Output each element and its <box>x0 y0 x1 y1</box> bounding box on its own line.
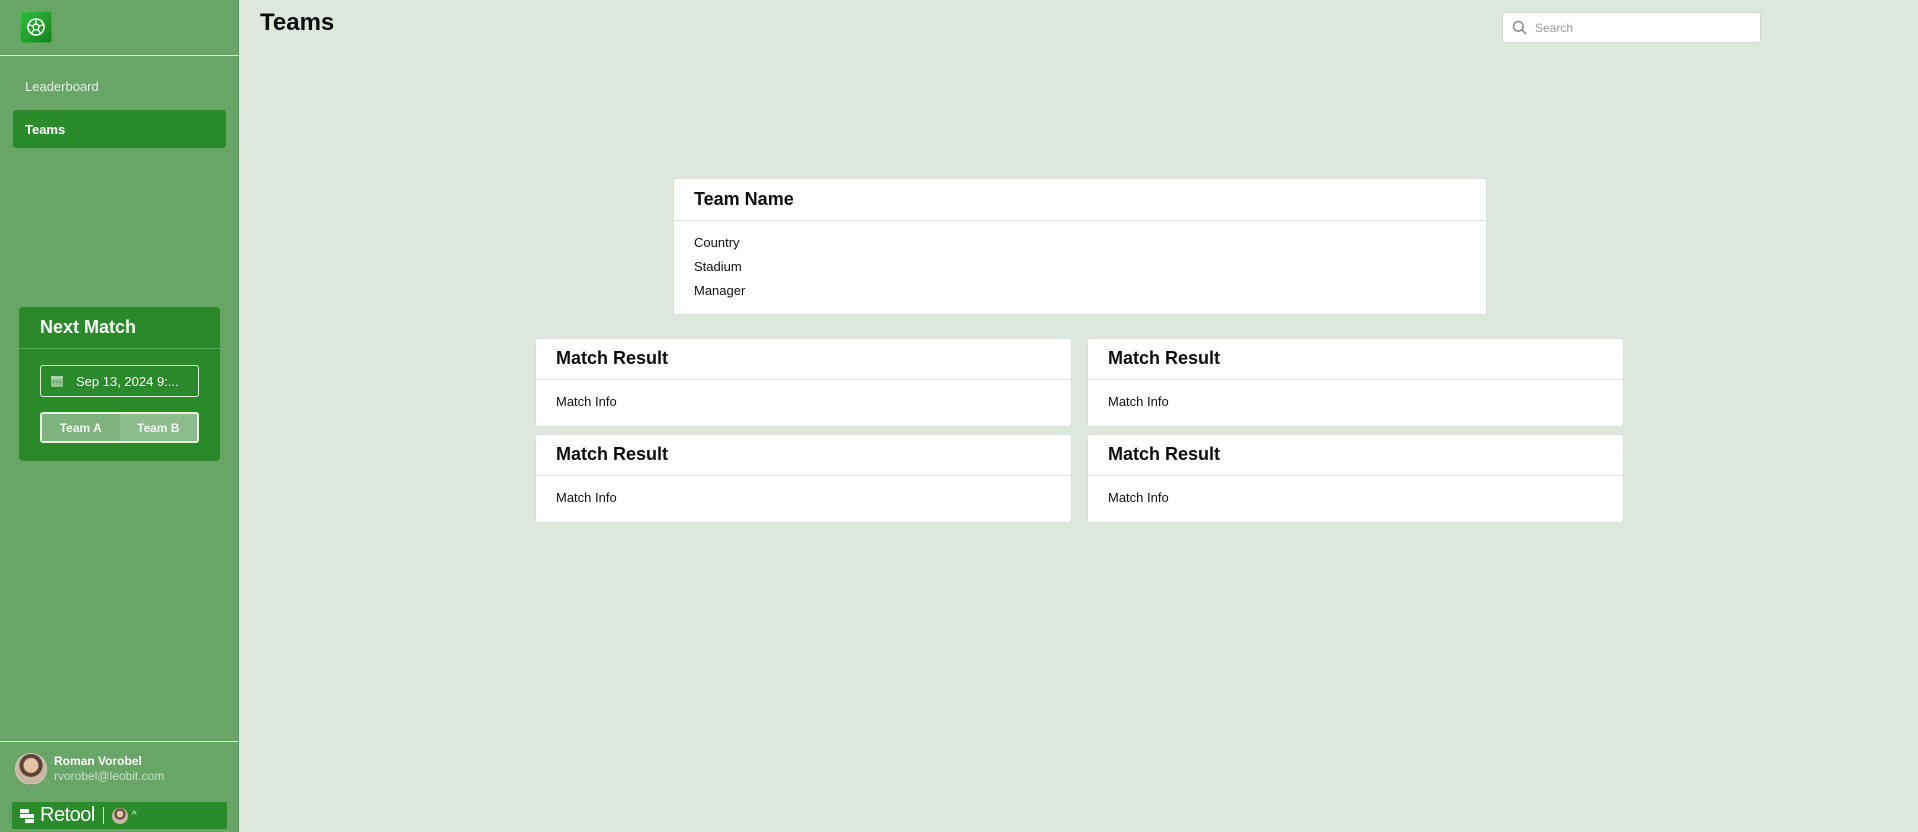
match-info: Match Info <box>1108 394 1169 409</box>
team-stadium: Stadium <box>694 259 742 274</box>
next-match-title: Next Match <box>40 317 137 337</box>
user-name: Roman Vorobel <box>54 754 142 768</box>
retool-footer-bar[interactable]: Retool ^ <box>12 802 227 829</box>
card-divider <box>674 220 1486 221</box>
match-result-card: Match Result Match Info <box>1087 434 1624 523</box>
card-divider <box>1088 379 1623 380</box>
match-info: Match Info <box>1108 490 1169 505</box>
retool-logo-icon <box>20 808 34 823</box>
card-divider <box>1088 475 1623 476</box>
card-divider <box>536 379 1071 380</box>
sidebar: Leaderboard Teams Next Match Sep 13, 202… <box>0 0 239 832</box>
app-logo[interactable] <box>20 11 52 43</box>
match-result-card: Match Result Match Info <box>535 338 1072 427</box>
sidebar-divider <box>0 55 239 56</box>
footer-divider <box>102 807 104 824</box>
match-result-title: Match Result <box>556 348 669 368</box>
match-info: Match Info <box>556 394 617 409</box>
match-result-card: Match Result Match Info <box>535 434 1072 523</box>
sidebar-item-teams[interactable]: Teams <box>13 110 226 148</box>
next-match-panel: Next Match Sep 13, 2024 9:... Team A Tea… <box>19 307 220 461</box>
user-email: rvorobel@leobit.com <box>54 769 165 783</box>
chevron-up-icon[interactable]: ^ <box>132 810 137 821</box>
match-result-title: Match Result <box>556 444 669 464</box>
retool-brand: Retool <box>40 804 95 826</box>
avatar <box>111 807 128 824</box>
card-divider <box>536 475 1071 476</box>
sidebar-divider <box>0 741 239 742</box>
page-title: Teams <box>260 9 335 36</box>
avatar <box>15 753 47 785</box>
search-box[interactable] <box>1502 12 1761 43</box>
match-datetime-value: Sep 13, 2024 9:... <box>76 373 179 389</box>
panel-divider <box>19 348 220 349</box>
team-country: Country <box>694 235 740 250</box>
user-profile[interactable]: Roman Vorobel rvorobel@leobit.com <box>15 752 225 786</box>
soccer-ball-icon <box>27 18 45 36</box>
match-result-title: Match Result <box>1108 444 1221 464</box>
team-manager: Manager <box>694 283 746 298</box>
search-icon <box>1512 20 1527 35</box>
team-a-option[interactable]: Team A <box>42 414 120 441</box>
match-result-title: Match Result <box>1108 348 1221 368</box>
sidebar-item-leaderboard[interactable]: Leaderboard <box>13 67 226 105</box>
search-input[interactable] <box>1535 15 1755 40</box>
sidebar-item-label: Leaderboard <box>25 78 99 94</box>
team-details-card: Team Name Country Stadium Manager <box>673 178 1487 315</box>
calendar-icon <box>51 376 63 387</box>
team-toggle: Team A Team B <box>40 412 199 443</box>
sidebar-item-label: Teams <box>25 121 66 137</box>
match-info: Match Info <box>556 490 617 505</box>
match-result-card: Match Result Match Info <box>1087 338 1624 427</box>
match-datetime-field[interactable]: Sep 13, 2024 9:... <box>40 365 199 397</box>
team-name: Team Name <box>694 189 794 209</box>
team-b-option[interactable]: Team B <box>119 414 197 441</box>
